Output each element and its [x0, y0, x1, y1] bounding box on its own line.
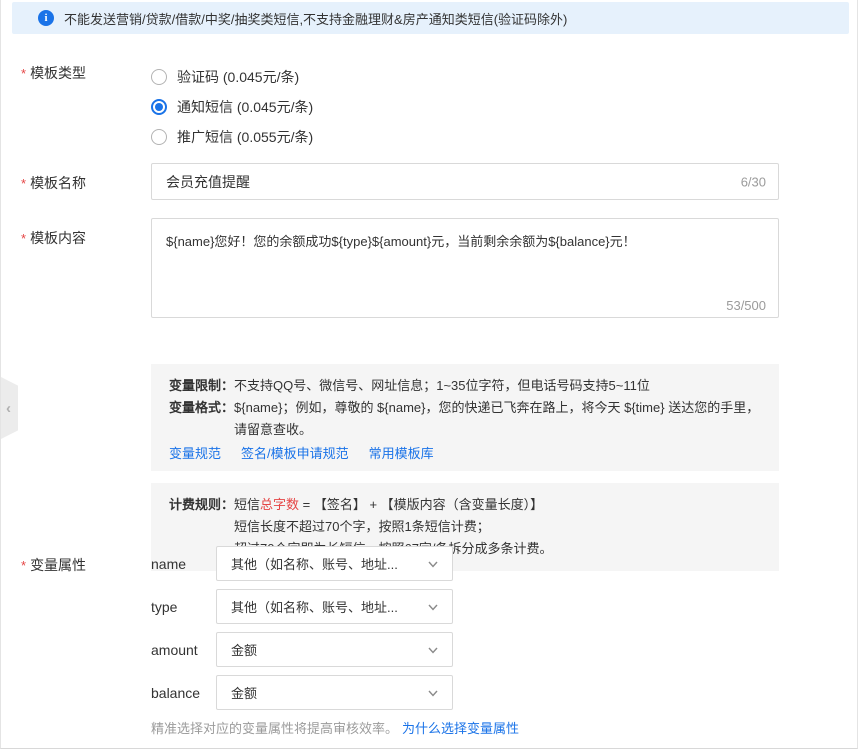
variable-attrs-hint: 精准选择对应的变量属性将提高审核效率。为什么选择变量属性 — [151, 718, 779, 737]
var-amount-select[interactable]: 金额 — [216, 632, 453, 667]
template-name-input[interactable] — [151, 163, 779, 200]
variable-format-line: 变量格式： ${name}；例如，尊敬的 ${name}，您的快递已飞奔在路上，… — [169, 397, 761, 441]
template-type-label: *模板类型 — [21, 62, 151, 152]
radio-option-label: 验证码 (0.045元/条) — [177, 67, 299, 87]
var-balance-label: balance — [151, 685, 216, 701]
signature-template-spec-link[interactable]: 签名/模板申请规范 — [241, 443, 349, 465]
chevron-down-icon — [426, 557, 440, 571]
radio-option-notification-sms[interactable]: 通知短信 (0.045元/条) — [151, 92, 779, 122]
variable-spec-link[interactable]: 变量规范 — [169, 443, 221, 465]
var-type-select[interactable]: 其他（如名称、账号、地址... — [216, 589, 453, 624]
template-name-row: *模板名称 6/30 — [21, 163, 779, 200]
radio-option-promotional-sms[interactable]: 推广短信 (0.055元/条) — [151, 122, 779, 152]
template-content-textarea-wrap: 53/500 — [151, 218, 779, 321]
chevron-left-icon: ‹ — [6, 401, 11, 416]
info-icon: i — [38, 10, 54, 26]
variable-tips-links: 变量规范 签名/模板申请规范 常用模板库 — [169, 443, 761, 465]
variable-format-label: 变量格式： — [169, 397, 234, 441]
var-row-amount: amount 金额 — [151, 632, 779, 667]
chevron-down-icon — [426, 643, 440, 657]
radio-option-verification-code[interactable]: 验证码 (0.045元/条) — [151, 62, 779, 92]
radio-icon-checked[interactable] — [151, 99, 167, 115]
chevron-down-icon — [426, 600, 440, 614]
billing-line1: 短信总字数 = 【签名】 + 【模版内容（含变量长度）】 — [234, 497, 543, 512]
var-amount-select-value: 金额 — [231, 640, 257, 659]
hint-text: 精准选择对应的变量属性将提高审核效率。 — [151, 721, 398, 736]
required-asterisk: * — [21, 558, 26, 573]
billing-line2: 短信长度不超过70个字，按照1条短信计费； — [234, 519, 490, 534]
variable-limit-text: 不支持QQ号、微信号、网址信息；1~35位字符，但电话号码支持5~11位 — [234, 375, 761, 397]
template-name-label: *模板名称 — [21, 163, 151, 200]
required-asterisk: * — [21, 231, 26, 246]
sms-template-form-page: i 不能发送营销/贷款/借款/中奖/抽奖类短信,不支持金融理财&房产通知类短信(… — [0, 0, 858, 749]
variable-attrs-fields: name 其他（如名称、账号、地址... type 其他（如名称、账号、地址..… — [151, 546, 779, 737]
var-amount-label: amount — [151, 642, 216, 658]
template-content-row: *模板内容 53/500 — [21, 218, 779, 321]
radio-icon[interactable] — [151, 129, 167, 145]
variable-attrs-row: *变量属性 name 其他（如名称、账号、地址... type 其他（如名称、账… — [21, 546, 779, 737]
info-banner-text: 不能发送营销/贷款/借款/中奖/抽奖类短信,不支持金融理财&房产通知类短信(验证… — [64, 9, 567, 28]
chevron-down-icon — [426, 686, 440, 700]
required-asterisk: * — [21, 176, 26, 191]
var-type-select-value: 其他（如名称、账号、地址... — [231, 597, 398, 616]
template-content-textarea[interactable] — [151, 218, 779, 318]
radio-option-label: 推广短信 (0.055元/条) — [177, 127, 313, 147]
common-template-library-link[interactable]: 常用模板库 — [369, 443, 434, 465]
panel-collapse-handle[interactable]: ‹ — [1, 377, 18, 439]
required-asterisk: * — [21, 66, 26, 81]
var-row-type: type 其他（如名称、账号、地址... — [151, 589, 779, 624]
var-row-name: name 其他（如名称、账号、地址... — [151, 546, 779, 581]
var-name-label: name — [151, 556, 216, 572]
template-type-options: 验证码 (0.045元/条) 通知短信 (0.045元/条) 推广短信 (0.0… — [151, 62, 779, 152]
why-choose-variable-attrs-link[interactable]: 为什么选择变量属性 — [402, 721, 519, 736]
variable-limit-label: 变量限制： — [169, 375, 234, 397]
var-balance-select-value: 金额 — [231, 683, 257, 702]
variable-attrs-label: *变量属性 — [21, 546, 151, 737]
var-type-label: type — [151, 599, 216, 615]
total-chars-highlight: 总字数 — [260, 497, 299, 512]
template-content-label: *模板内容 — [21, 218, 151, 321]
variable-limit-line: 变量限制： 不支持QQ号、微信号、网址信息；1~35位字符，但电话号码支持5~1… — [169, 375, 761, 397]
template-type-row: *模板类型 验证码 (0.045元/条) 通知短信 (0.045元/条) 推广短… — [21, 62, 779, 152]
var-name-select[interactable]: 其他（如名称、账号、地址... — [216, 546, 453, 581]
var-name-select-value: 其他（如名称、账号、地址... — [231, 554, 398, 573]
radio-icon[interactable] — [151, 69, 167, 85]
radio-option-label: 通知短信 (0.045元/条) — [177, 97, 313, 117]
var-balance-select[interactable]: 金额 — [216, 675, 453, 710]
variable-tips-box: 变量限制： 不支持QQ号、微信号、网址信息；1~35位字符，但电话号码支持5~1… — [151, 364, 779, 471]
variable-format-text: ${name}；例如，尊敬的 ${name}，您的快递已飞奔在路上，将今天 ${… — [234, 397, 761, 441]
template-name-input-wrap: 6/30 — [151, 163, 779, 200]
var-row-balance: balance 金额 — [151, 675, 779, 710]
info-banner: i 不能发送营销/贷款/借款/中奖/抽奖类短信,不支持金融理财&房产通知类短信(… — [12, 2, 849, 34]
